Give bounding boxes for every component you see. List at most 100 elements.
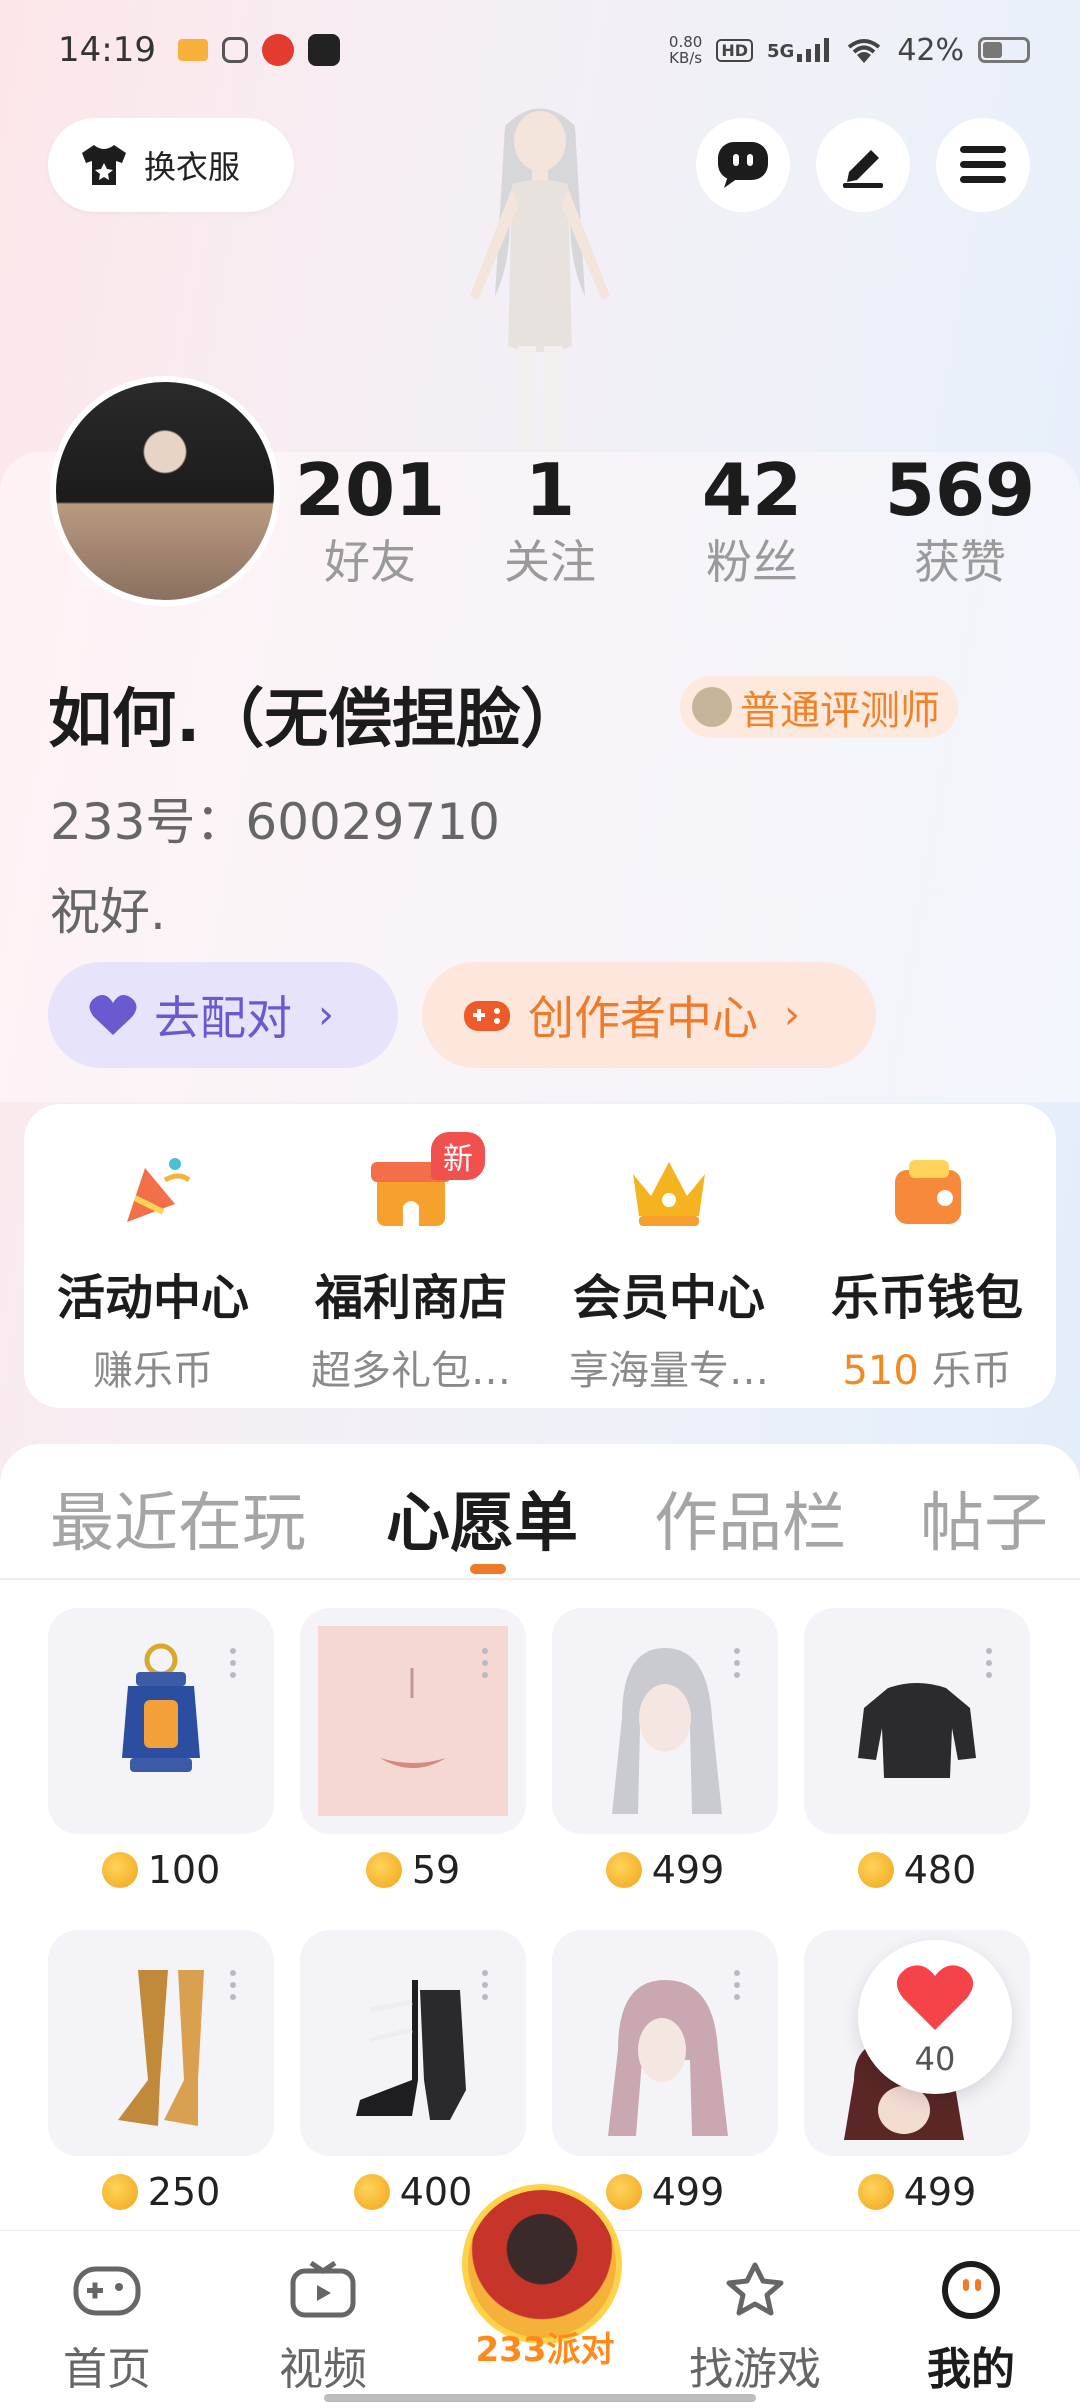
pink-hair-icon [608, 1980, 728, 2136]
stat-fans[interactable]: 42 粉丝 [652, 448, 852, 592]
member-center[interactable]: 会员中心 享海量专… [549, 1150, 789, 1408]
status-right: 0.80 KB/s HD 5G 42% [669, 33, 1030, 68]
wishlist-item[interactable]: 59 [300, 1608, 526, 1892]
network-speed: 0.80 KB/s [669, 34, 702, 66]
tab-posts[interactable]: 帖子 [920, 1472, 1048, 1564]
nav-label: 视频 [279, 2344, 367, 2395]
lantern-icon [122, 1643, 200, 1772]
wishlist-item[interactable]: 400 [300, 1930, 526, 2214]
stat-value: 1 [524, 448, 576, 532]
item-price: 499 [804, 2170, 1030, 2214]
item-thumbnail [300, 1930, 526, 2156]
match-label: 去配对 [154, 991, 292, 1045]
nickname: 如何.（无偿捏脸） [48, 683, 585, 757]
creator-center-label: 创作者中心 [528, 991, 758, 1045]
coin-icon [353, 2174, 390, 2210]
alipay-notification-icon [221, 37, 248, 63]
stat-likes[interactable]: 569 获赞 [860, 448, 1060, 592]
nav-label: 找游戏 [689, 2344, 821, 2395]
smiley-face-icon [942, 2261, 1000, 2319]
stat-friends[interactable]: 201 好友 [270, 448, 470, 592]
nav-me[interactable]: 我的 [896, 2261, 1046, 2397]
item-price: 250 [48, 2170, 274, 2214]
more-options-icon[interactable] [986, 1648, 992, 1678]
feature-sub: 510 乐币 [807, 1338, 1047, 1396]
gold-heels-icon [118, 1970, 204, 2126]
net-speed-value: 0.80 [668, 33, 703, 51]
more-options-icon[interactable] [230, 1648, 236, 1678]
badge-label: 普通评测师 [740, 688, 940, 734]
profile-stats: 201 好友 1 关注 42 粉丝 569 获赞 [290, 448, 1080, 608]
change-outfit-button[interactable]: 换衣服 [48, 118, 294, 212]
tab-works[interactable]: 作品栏 [654, 1472, 846, 1564]
feature-name: 乐币钱包 [830, 1270, 1023, 1326]
stat-following[interactable]: 1 关注 [450, 448, 650, 592]
coin-icon [857, 2174, 894, 2210]
reviewer-badge[interactable]: 普通评测师 [680, 676, 958, 738]
coin-wallet[interactable]: 乐币钱包 510 乐币 [807, 1150, 1047, 1408]
tab-divider [0, 1578, 1080, 1580]
more-options-icon[interactable] [734, 1648, 740, 1678]
new-badge: 新 [431, 1132, 485, 1180]
party-233-button[interactable] [462, 2184, 622, 2344]
wishlist-item[interactable]: 480 [804, 1608, 1030, 1892]
avatar[interactable] [50, 376, 280, 606]
price-value: 499 [903, 2170, 977, 2214]
stat-label: 粉丝 [706, 535, 798, 589]
wishlist-item[interactable]: 100 [48, 1608, 274, 1892]
wishlist-item[interactable]: 499 [552, 1608, 778, 1892]
battery-percent: 42% [897, 32, 964, 68]
nav-label: 我的 [927, 2344, 1015, 2395]
price-value: 499 [651, 2170, 725, 2214]
feature-sub: 超多礼包… [311, 1348, 511, 1394]
match-button[interactable]: 去配对 › [48, 962, 398, 1068]
wifi-icon [848, 39, 881, 63]
star-icon [726, 2262, 784, 2316]
message-button[interactable] [696, 118, 790, 212]
creator-center-button[interactable]: 创作者中心 › [422, 962, 876, 1068]
coin-icon [101, 2174, 138, 2210]
wallet-icon [895, 1160, 961, 1224]
item-thumbnail [552, 1930, 778, 2156]
wishlist-item[interactable]: 250 [48, 1930, 274, 2214]
heart-icon [896, 1965, 974, 2030]
active-tab-indicator [470, 1564, 506, 1574]
home-indicator[interactable] [324, 2394, 756, 2402]
party-233-label: 233派对 [475, 2330, 615, 2370]
feature-name: 福利商店 [314, 1270, 507, 1326]
tab-wishlist[interactable]: 心愿单 [386, 1472, 578, 1564]
wishlist-item[interactable]: 499 [552, 1930, 778, 2214]
notification-icons [177, 34, 340, 66]
item-price: 100 [48, 1848, 274, 1892]
like-count: 40 [914, 2040, 956, 2078]
feature-grid: 活动中心 赚乐币 新 福利商店 超多礼包… 会员中心 享海量专… 乐币钱包 51… [24, 1104, 1056, 1408]
menu-button[interactable] [936, 118, 1030, 212]
item-thumbnail [552, 1608, 778, 1834]
more-options-icon[interactable] [734, 1970, 740, 2000]
like-button[interactable]: 40 [858, 1940, 1012, 2094]
avatar-3d-figure[interactable] [410, 96, 670, 456]
stat-value: 42 [701, 448, 803, 532]
nav-home[interactable]: 首页 [32, 2261, 182, 2397]
change-outfit-label: 换衣服 [144, 148, 241, 186]
gamepad-icon [73, 2266, 141, 2316]
app-notification-icon [307, 34, 340, 66]
activity-center[interactable]: 活动中心 赚乐币 [33, 1150, 273, 1408]
hd-icon: HD [716, 38, 753, 62]
chevron-right-icon: › [784, 992, 800, 1038]
tab-recently-played[interactable]: 最近在玩 [50, 1472, 306, 1564]
more-options-icon[interactable] [482, 1648, 488, 1678]
edit-profile-button[interactable] [816, 118, 910, 212]
stat-label: 关注 [504, 535, 596, 589]
price-value: 480 [903, 1848, 977, 1892]
welfare-shop[interactable]: 新 福利商店 超多礼包… [291, 1132, 531, 1408]
stat-value: 201 [294, 448, 446, 532]
item-price: 499 [552, 1848, 778, 1892]
user-id: 233号：60029710 [50, 793, 500, 851]
gamepad-icon [464, 1001, 510, 1031]
chat-bubble-icon [718, 142, 768, 188]
more-options-icon[interactable] [230, 1970, 236, 2000]
nav-video[interactable]: 视频 [248, 2260, 398, 2397]
nav-find-games[interactable]: 找游戏 [680, 2261, 830, 2397]
more-options-icon[interactable] [482, 1970, 488, 2000]
